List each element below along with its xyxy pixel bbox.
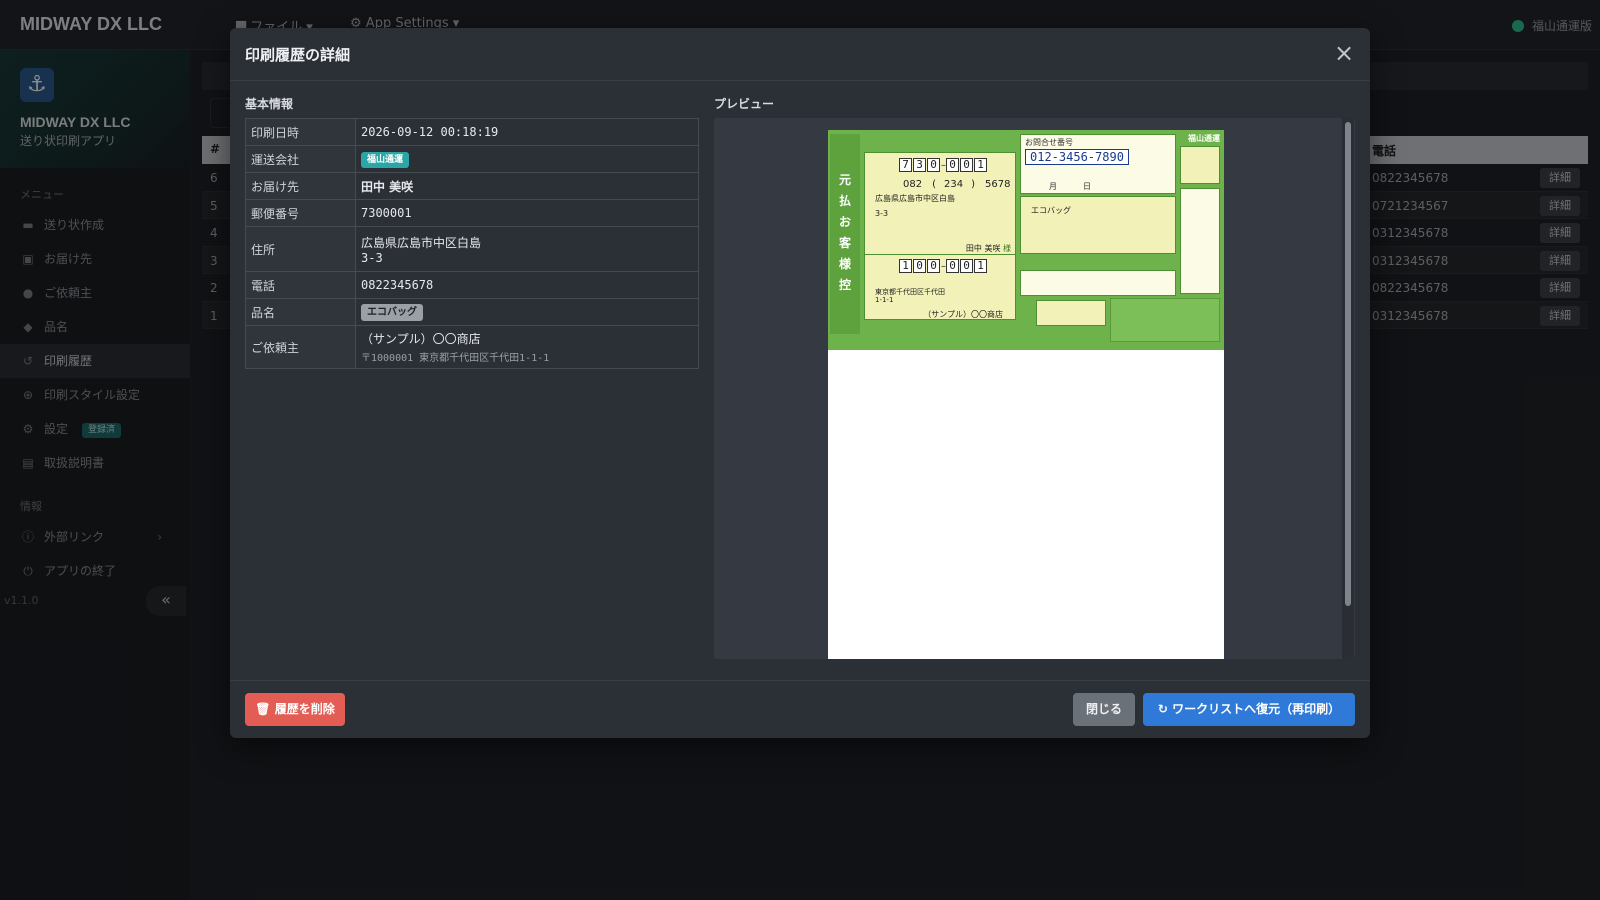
label-tracking-number: 012-3456-7890	[1025, 149, 1129, 165]
label-from-name: （サンプル）〇〇商店	[923, 310, 1003, 319]
zip-value: 7300001	[355, 199, 699, 227]
label-to-name: 田中 美咲	[965, 244, 1001, 253]
delete-history-button[interactable]: 🗑 履歴を削除	[245, 693, 345, 726]
label-to-honorific: 様	[1003, 244, 1011, 253]
restore-label: ワークリストへ復元（再印刷）	[1172, 702, 1341, 716]
label-from-zip: 1 0 0–0 0 1	[899, 258, 988, 273]
label-tracking-caption: お問合せ番号	[1025, 138, 1073, 147]
zip-digit: 7	[899, 158, 912, 172]
preview-scrollbar-thumb[interactable]	[1345, 122, 1351, 606]
sender-address: 〒1000001 東京都千代田区千代田1-1-1	[361, 353, 550, 364]
sender-name: （サンプル）〇〇商店	[361, 332, 481, 346]
label-from-address-2: 1-1-1	[875, 296, 894, 304]
waybill-label-image: 元払お客様控 7 3 0–0 0 1 082 (234) 5678 広島県広島市中区白島…	[828, 130, 1224, 350]
preview-paper: 元払お客様控 7 3 0–0 0 1 082 (234) 5678 広島県広島市中区白島…	[828, 130, 1224, 659]
refresh-icon: ↻	[1157, 702, 1168, 716]
label-sender-block: 1 0 0–0 0 1 東京都千代田区千代田 1-1-1 （サンプル）〇〇商店	[864, 254, 1016, 320]
info-row-sender: ご依頼主 （サンプル）〇〇商店 〒1000001 東京都千代田区千代田1-1-1	[245, 325, 699, 369]
delete-history-label: 履歴を削除	[274, 702, 335, 716]
label-notice-block	[1110, 298, 1220, 342]
zip-digit: 1	[899, 259, 912, 273]
info-row-carrier: 運送会社 福山通運	[245, 145, 699, 173]
label-corner-cell	[1180, 146, 1220, 184]
trash-icon: 🗑	[255, 702, 271, 716]
phone-value: 0822345678	[355, 271, 699, 299]
info-row-address: 住所 広島県広島市中区白島 3-3	[245, 226, 699, 272]
label-date-month: 月	[1049, 182, 1057, 191]
printed-at-value: 2026-09-12 00:18:19	[355, 118, 699, 146]
label-grid-cell	[1180, 188, 1220, 294]
close-button[interactable]: 閉じる	[1073, 693, 1135, 726]
zip-label: 郵便番号	[245, 199, 356, 227]
sender-label: ご依頼主	[245, 325, 356, 369]
label-to-address-2: 3-3	[875, 209, 889, 218]
carrier-badge: 福山通運	[361, 151, 410, 168]
basic-info-table: 印刷日時 2026-09-12 00:18:19 運送会社 福山通運 お届け先 …	[245, 118, 699, 369]
label-memo-box	[1020, 270, 1176, 296]
phone-part: 082	[903, 179, 923, 190]
address-line-1: 広島県広島市中区白島	[361, 235, 482, 250]
label-to-zip: 7 3 0–0 0 1	[899, 157, 988, 172]
zip-digit: 1	[974, 259, 987, 273]
modal-header: 印刷履歴の詳細 ×	[230, 28, 1370, 81]
zip-digit: 0	[946, 158, 959, 172]
item-badge: エコバッグ	[361, 303, 423, 321]
label-to-phone: 082 (234) 5678	[903, 179, 1011, 190]
close-icon[interactable]: ×	[1330, 40, 1358, 68]
label-date-day: 日	[1083, 182, 1091, 191]
recipient-label: お届け先	[245, 172, 356, 200]
zip-digit: 0	[927, 259, 940, 273]
print-history-detail-modal: 印刷履歴の詳細 × 基本情報 プレビュー 印刷日時 2026-09-12 00:…	[230, 28, 1370, 738]
label-recipient-block: 7 3 0–0 0 1 082 (234) 5678 広島県広島市中区白島 3-3 田中…	[864, 152, 1016, 270]
label-strip-text: 元払お客様控	[838, 173, 851, 292]
label-item-name: エコバッグ	[1031, 206, 1071, 215]
zip-digit: 0	[946, 259, 959, 273]
zip-digit: 1	[974, 158, 987, 172]
label-item-block: エコバッグ	[1020, 196, 1176, 254]
zip-digit: 0	[913, 259, 926, 273]
label-count-box	[1036, 300, 1106, 326]
modal-title: 印刷履歴の詳細	[245, 46, 351, 64]
item-label: 品名	[245, 298, 356, 326]
label-side-strip: 元払お客様控	[830, 134, 860, 334]
info-row-recipient: お届け先 田中 美咲	[245, 172, 699, 200]
label-preview-area[interactable]: 元払お客様控 7 3 0–0 0 1 082 (234) 5678 広島県広島市中区白島…	[714, 118, 1355, 659]
phone-part: 234	[944, 179, 964, 190]
preview-heading: プレビュー	[714, 97, 775, 111]
restore-to-worklist-button[interactable]: ↻ ワークリストへ復元（再印刷）	[1143, 693, 1355, 726]
info-row-item: 品名 エコバッグ	[245, 298, 699, 326]
info-row-phone: 電話 0822345678	[245, 271, 699, 299]
carrier-label: 運送会社	[245, 145, 356, 173]
address-label: 住所	[245, 226, 356, 272]
address-line-2: 3-3	[361, 250, 383, 265]
recipient-value: 田中 美咲	[355, 172, 699, 200]
zip-digit: 3	[913, 158, 926, 172]
phone-part: 5678	[985, 179, 1011, 190]
basic-info-heading: 基本情報	[245, 97, 294, 111]
phone-label: 電話	[245, 271, 356, 299]
zip-digit: 0	[927, 158, 940, 172]
label-to-name-line: 田中 美咲 様	[966, 243, 1011, 254]
printed-at-label: 印刷日時	[245, 118, 356, 146]
zip-digit: 0	[960, 158, 973, 172]
label-tracking-block: お問合せ番号 012-3456-7890 月 日	[1020, 134, 1176, 194]
info-row-printed-at: 印刷日時 2026-09-12 00:18:19	[245, 118, 699, 146]
zip-digit: 0	[960, 259, 973, 273]
label-to-address: 広島県広島市中区白島	[875, 194, 955, 203]
modal-footer: 🗑 履歴を削除 閉じる ↻ ワークリストへ復元（再印刷）	[230, 680, 1370, 738]
info-row-zip: 郵便番号 7300001	[245, 199, 699, 227]
label-carrier-name: 福山通運	[1188, 134, 1220, 143]
preview-scrollbar[interactable]	[1342, 118, 1354, 659]
